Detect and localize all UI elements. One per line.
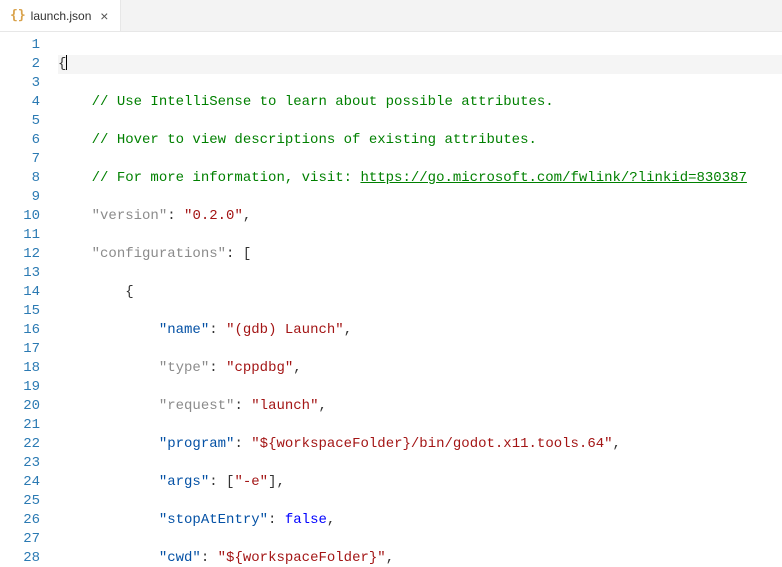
line-number: 13	[0, 264, 40, 283]
line-number: 7	[0, 150, 40, 169]
close-icon[interactable]: ×	[96, 8, 112, 24]
line-number: 4	[0, 93, 40, 112]
json-key: "args"	[159, 474, 209, 490]
line-number: 11	[0, 226, 40, 245]
json-bool: false	[285, 512, 327, 528]
json-string: "launch"	[251, 398, 318, 414]
tab-bar: {} launch.json ×	[0, 0, 782, 32]
line-number: 6	[0, 131, 40, 150]
line-number: 21	[0, 416, 40, 435]
line-number: 25	[0, 492, 40, 511]
comment: // For more information, visit:	[92, 170, 361, 186]
line-number: 2	[0, 55, 40, 74]
text-cursor	[66, 55, 67, 70]
line-number: 18	[0, 359, 40, 378]
comment: // Use IntelliSense to learn about possi…	[92, 94, 554, 110]
json-key: "request"	[159, 398, 235, 414]
line-number: 16	[0, 321, 40, 340]
json-string: "(gdb) Launch"	[226, 322, 344, 338]
json-string: "${workspaceFolder}"	[218, 550, 386, 566]
json-string: "-e"	[234, 474, 268, 490]
line-number: 8	[0, 169, 40, 188]
line-number: 24	[0, 473, 40, 492]
line-number: 9	[0, 188, 40, 207]
line-number: 23	[0, 454, 40, 473]
json-icon: {}	[10, 8, 26, 23]
line-number: 10	[0, 207, 40, 226]
json-key: "version"	[92, 208, 168, 224]
line-number: 17	[0, 340, 40, 359]
json-key: "cwd"	[159, 550, 201, 566]
line-number: 15	[0, 302, 40, 321]
line-number: 20	[0, 397, 40, 416]
json-key: "stopAtEntry"	[159, 512, 268, 528]
code-content[interactable]: { // Use IntelliSense to learn about pos…	[58, 32, 782, 567]
line-number: 19	[0, 378, 40, 397]
json-key: "name"	[159, 322, 209, 338]
line-number: 5	[0, 112, 40, 131]
json-string: "${workspaceFolder}/bin/godot.x11.tools.…	[251, 436, 612, 452]
line-number: 12	[0, 245, 40, 264]
json-key: "program"	[159, 436, 235, 452]
line-number-gutter: 1234567891011121314151617181920212223242…	[0, 32, 58, 567]
json-string: "cppdbg"	[226, 360, 293, 376]
line-number: 27	[0, 530, 40, 549]
code-editor[interactable]: 1234567891011121314151617181920212223242…	[0, 32, 782, 567]
line-number: 3	[0, 74, 40, 93]
line-number: 22	[0, 435, 40, 454]
line-number: 1	[0, 36, 40, 55]
json-key: "configurations"	[92, 246, 226, 262]
comment-url[interactable]: https://go.microsoft.com/fwlink/?linkid=…	[360, 170, 746, 186]
comment: // Hover to view descriptions of existin…	[92, 132, 537, 148]
line-number: 28	[0, 549, 40, 567]
json-key: "type"	[159, 360, 209, 376]
tab-launch-json[interactable]: {} launch.json ×	[0, 0, 121, 31]
line-number: 26	[0, 511, 40, 530]
json-string: "0.2.0"	[184, 208, 243, 224]
line-number: 14	[0, 283, 40, 302]
tab-label: launch.json	[31, 9, 92, 23]
